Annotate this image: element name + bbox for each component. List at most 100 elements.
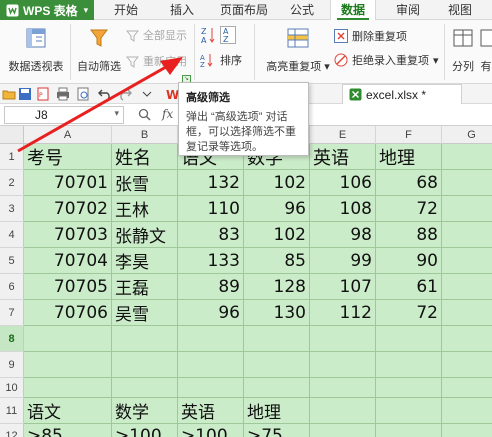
row-header-2[interactable]: 2: [0, 170, 24, 196]
data-cell[interactable]: 68: [376, 170, 442, 196]
column-header-e[interactable]: E: [310, 126, 376, 144]
criteria-header-cell[interactable]: 地理: [244, 398, 310, 424]
cell[interactable]: [244, 378, 310, 398]
cell[interactable]: [24, 352, 112, 378]
cell[interactable]: [244, 326, 310, 352]
dropdown-chevron-icon[interactable]: [140, 87, 154, 101]
cell[interactable]: [112, 326, 178, 352]
cell[interactable]: [376, 424, 442, 437]
cell[interactable]: [442, 248, 492, 274]
remove-duplicates-button[interactable]: 删除重复项: [334, 28, 407, 44]
header-cell[interactable]: 考号: [24, 144, 112, 170]
row-header-9[interactable]: 9: [0, 352, 24, 378]
cell[interactable]: [24, 326, 112, 352]
document-tab[interactable]: excel.xlsx *: [342, 84, 462, 104]
column-header-b[interactable]: B: [112, 126, 178, 144]
spreadsheet-grid[interactable]: ABCDEFG123456789101112考号姓名语文数学英语地理70701张…: [0, 126, 492, 437]
data-cell[interactable]: 70703: [24, 222, 112, 248]
row-header-11[interactable]: 11: [0, 398, 24, 424]
cell[interactable]: [178, 326, 244, 352]
row-header-7[interactable]: 7: [0, 300, 24, 326]
criteria-header-cell[interactable]: 数学: [112, 398, 178, 424]
data-cell[interactable]: 133: [178, 248, 244, 274]
data-cell[interactable]: 107: [310, 274, 376, 300]
cell[interactable]: [310, 398, 376, 424]
export-pdf-icon[interactable]: P: [36, 87, 50, 101]
cell[interactable]: [310, 326, 376, 352]
data-cell[interactable]: 132: [178, 170, 244, 196]
cell[interactable]: [442, 196, 492, 222]
header-cell[interactable]: 地理: [376, 144, 442, 170]
show-all-button[interactable]: 全部显示: [126, 27, 187, 43]
data-cell[interactable]: 70704: [24, 248, 112, 274]
sort-descending-button[interactable]: A Z: [220, 26, 236, 44]
cell[interactable]: [442, 424, 492, 437]
tab-review[interactable]: 审阅: [388, 0, 428, 20]
data-cell[interactable]: 130: [244, 300, 310, 326]
cell[interactable]: [442, 326, 492, 352]
data-cell[interactable]: 96: [178, 300, 244, 326]
cell[interactable]: [112, 378, 178, 398]
name-box[interactable]: J8 ▾: [4, 106, 124, 124]
cell[interactable]: [442, 378, 492, 398]
row-header-1[interactable]: 1: [0, 144, 24, 170]
data-cell[interactable]: 108: [310, 196, 376, 222]
data-cell[interactable]: 110: [178, 196, 244, 222]
data-cell[interactable]: 99: [310, 248, 376, 274]
cell[interactable]: [310, 378, 376, 398]
sort-ascending-button[interactable]: Z A: [200, 26, 216, 44]
tab-page-layout[interactable]: 页面布局: [214, 0, 274, 20]
print-icon[interactable]: [56, 87, 70, 101]
data-cell[interactable]: 72: [376, 196, 442, 222]
cell[interactable]: [310, 352, 376, 378]
row-header-8[interactable]: 8: [0, 326, 24, 352]
row-header-10[interactable]: 10: [0, 378, 24, 398]
column-header-f[interactable]: F: [376, 126, 442, 144]
zoom-icon[interactable]: [138, 108, 151, 121]
reject-duplicates-button[interactable]: 拒绝录入重复项 ▾: [334, 52, 439, 68]
data-cell[interactable]: 李昊: [112, 248, 178, 274]
header-cell[interactable]: 姓名: [112, 144, 178, 170]
cell[interactable]: [112, 352, 178, 378]
select-all-corner[interactable]: [0, 126, 24, 144]
wps-app-menu-button[interactable]: WPS 表格 ▾: [0, 0, 94, 20]
cell[interactable]: [376, 378, 442, 398]
cell[interactable]: [178, 378, 244, 398]
row-header-5[interactable]: 5: [0, 248, 24, 274]
tab-data[interactable]: 数据: [330, 0, 376, 21]
undo-icon[interactable]: [98, 87, 112, 101]
criteria-value-cell[interactable]: >100: [178, 424, 244, 437]
autofilter-button[interactable]: 自动筛选: [74, 26, 124, 74]
reapply-button[interactable]: 重新应用: [126, 53, 187, 69]
tab-insert[interactable]: 插入: [164, 0, 200, 20]
column-header-g[interactable]: G: [442, 126, 492, 144]
data-cell[interactable]: 102: [244, 170, 310, 196]
criteria-value-cell[interactable]: >100: [112, 424, 178, 437]
header-cell[interactable]: 英语: [310, 144, 376, 170]
data-cell[interactable]: 128: [244, 274, 310, 300]
data-cell[interactable]: 张静文: [112, 222, 178, 248]
data-cell[interactable]: 102: [244, 222, 310, 248]
open-folder-icon[interactable]: [2, 87, 16, 101]
data-cell[interactable]: 张雪: [112, 170, 178, 196]
split-column-button[interactable]: 分列: [446, 26, 480, 74]
criteria-header-cell[interactable]: 语文: [24, 398, 112, 424]
data-cell[interactable]: 61: [376, 274, 442, 300]
data-cell[interactable]: 70702: [24, 196, 112, 222]
data-cell[interactable]: 98: [310, 222, 376, 248]
row-header-6[interactable]: 6: [0, 274, 24, 300]
data-cell[interactable]: 106: [310, 170, 376, 196]
cell[interactable]: [442, 144, 492, 170]
cell[interactable]: [244, 352, 310, 378]
tab-formulas[interactable]: 公式: [282, 0, 322, 20]
data-cell[interactable]: 70706: [24, 300, 112, 326]
pivot-table-button[interactable]: 数据透视表: [4, 26, 68, 74]
cell[interactable]: [442, 170, 492, 196]
row-header-12[interactable]: 12: [0, 424, 24, 437]
cell[interactable]: [376, 352, 442, 378]
function-icon[interactable]: fx: [162, 107, 173, 121]
data-cell[interactable]: 90: [376, 248, 442, 274]
data-cell[interactable]: 88: [376, 222, 442, 248]
data-cell[interactable]: 112: [310, 300, 376, 326]
cell[interactable]: [310, 424, 376, 437]
